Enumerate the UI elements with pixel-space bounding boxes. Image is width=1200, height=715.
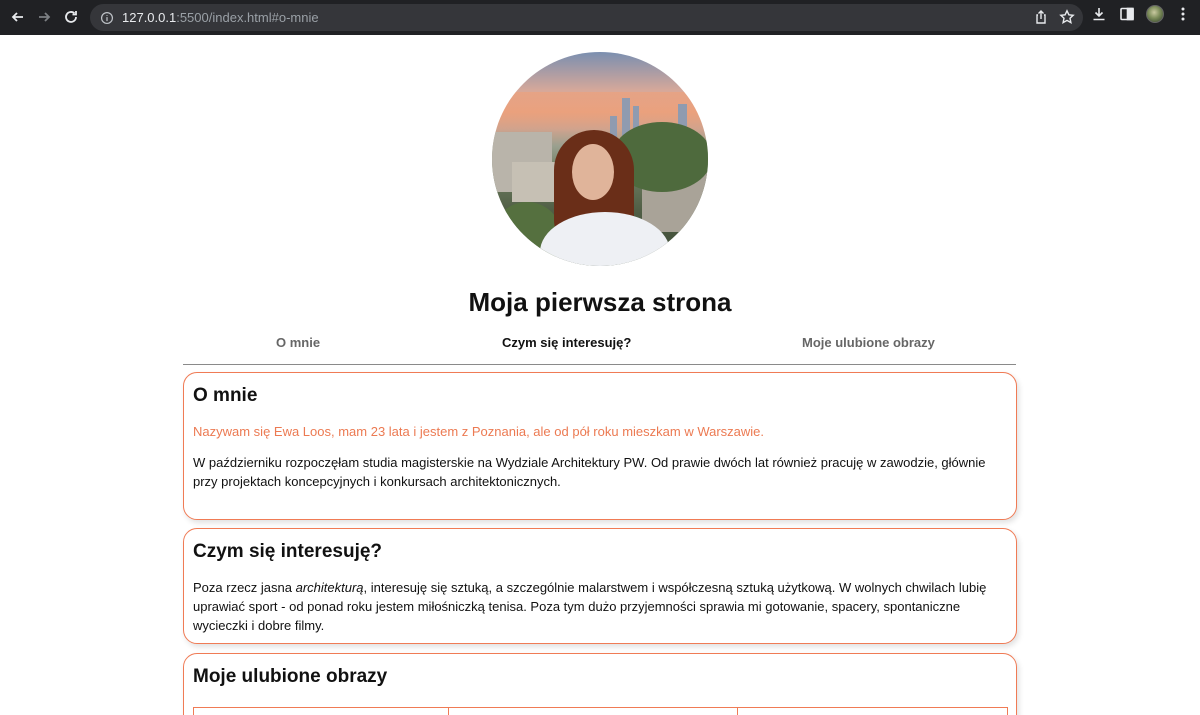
section-paintings: Moje ulubione obrazy	[183, 653, 1017, 715]
about-body: W październiku rozpoczęłam studia magist…	[193, 455, 986, 489]
paintings-table	[193, 707, 1008, 715]
main-navigation: O mnie Czym się interesuję? Moje ulubion…	[183, 327, 1016, 365]
profile-photo	[492, 52, 708, 266]
url-text: 127.0.0.1:5500/index.html#o-mnie	[122, 10, 319, 25]
side-panel-icon[interactable]	[1118, 5, 1136, 23]
interests-body: Poza rzecz jasna architekturą, interesuj…	[193, 580, 987, 633]
section-heading: Czym się interesuję?	[193, 541, 383, 562]
section-heading: O mnie	[193, 385, 258, 406]
share-icon[interactable]	[1033, 9, 1049, 25]
section-heading: Moje ulubione obrazy	[193, 666, 388, 687]
bookmark-star-icon[interactable]	[1059, 9, 1075, 25]
site-info-icon[interactable]	[100, 11, 114, 25]
browser-toolbar: 127.0.0.1:5500/index.html#o-mnie	[0, 0, 1200, 35]
download-icon[interactable]	[1090, 5, 1108, 23]
page-title: Moja pierwsza strona	[468, 287, 732, 317]
address-bar[interactable]: 127.0.0.1:5500/index.html#o-mnie	[90, 4, 1083, 31]
reload-icon[interactable]	[58, 4, 84, 30]
profile-avatar[interactable]	[1146, 5, 1164, 23]
section-about: O mnie Nazywam się Ewa Loos, mam 23 lata…	[183, 372, 1017, 520]
nav-link-about[interactable]: O mnie	[276, 335, 320, 350]
page-content: Moja pierwsza strona O mnie Czym się int…	[0, 35, 1200, 715]
section-interests: Czym się interesuję? Poza rzecz jasna ar…	[183, 528, 1017, 644]
nav-link-paintings[interactable]: Moje ulubione obrazy	[802, 335, 935, 350]
about-intro: Nazywam się Ewa Loos, mam 23 lata i jest…	[193, 424, 765, 439]
back-icon[interactable]	[5, 4, 31, 30]
menu-kebab-icon[interactable]	[1174, 5, 1192, 23]
forward-icon[interactable]	[31, 4, 57, 30]
nav-link-interests[interactable]: Czym się interesuję?	[502, 335, 631, 350]
